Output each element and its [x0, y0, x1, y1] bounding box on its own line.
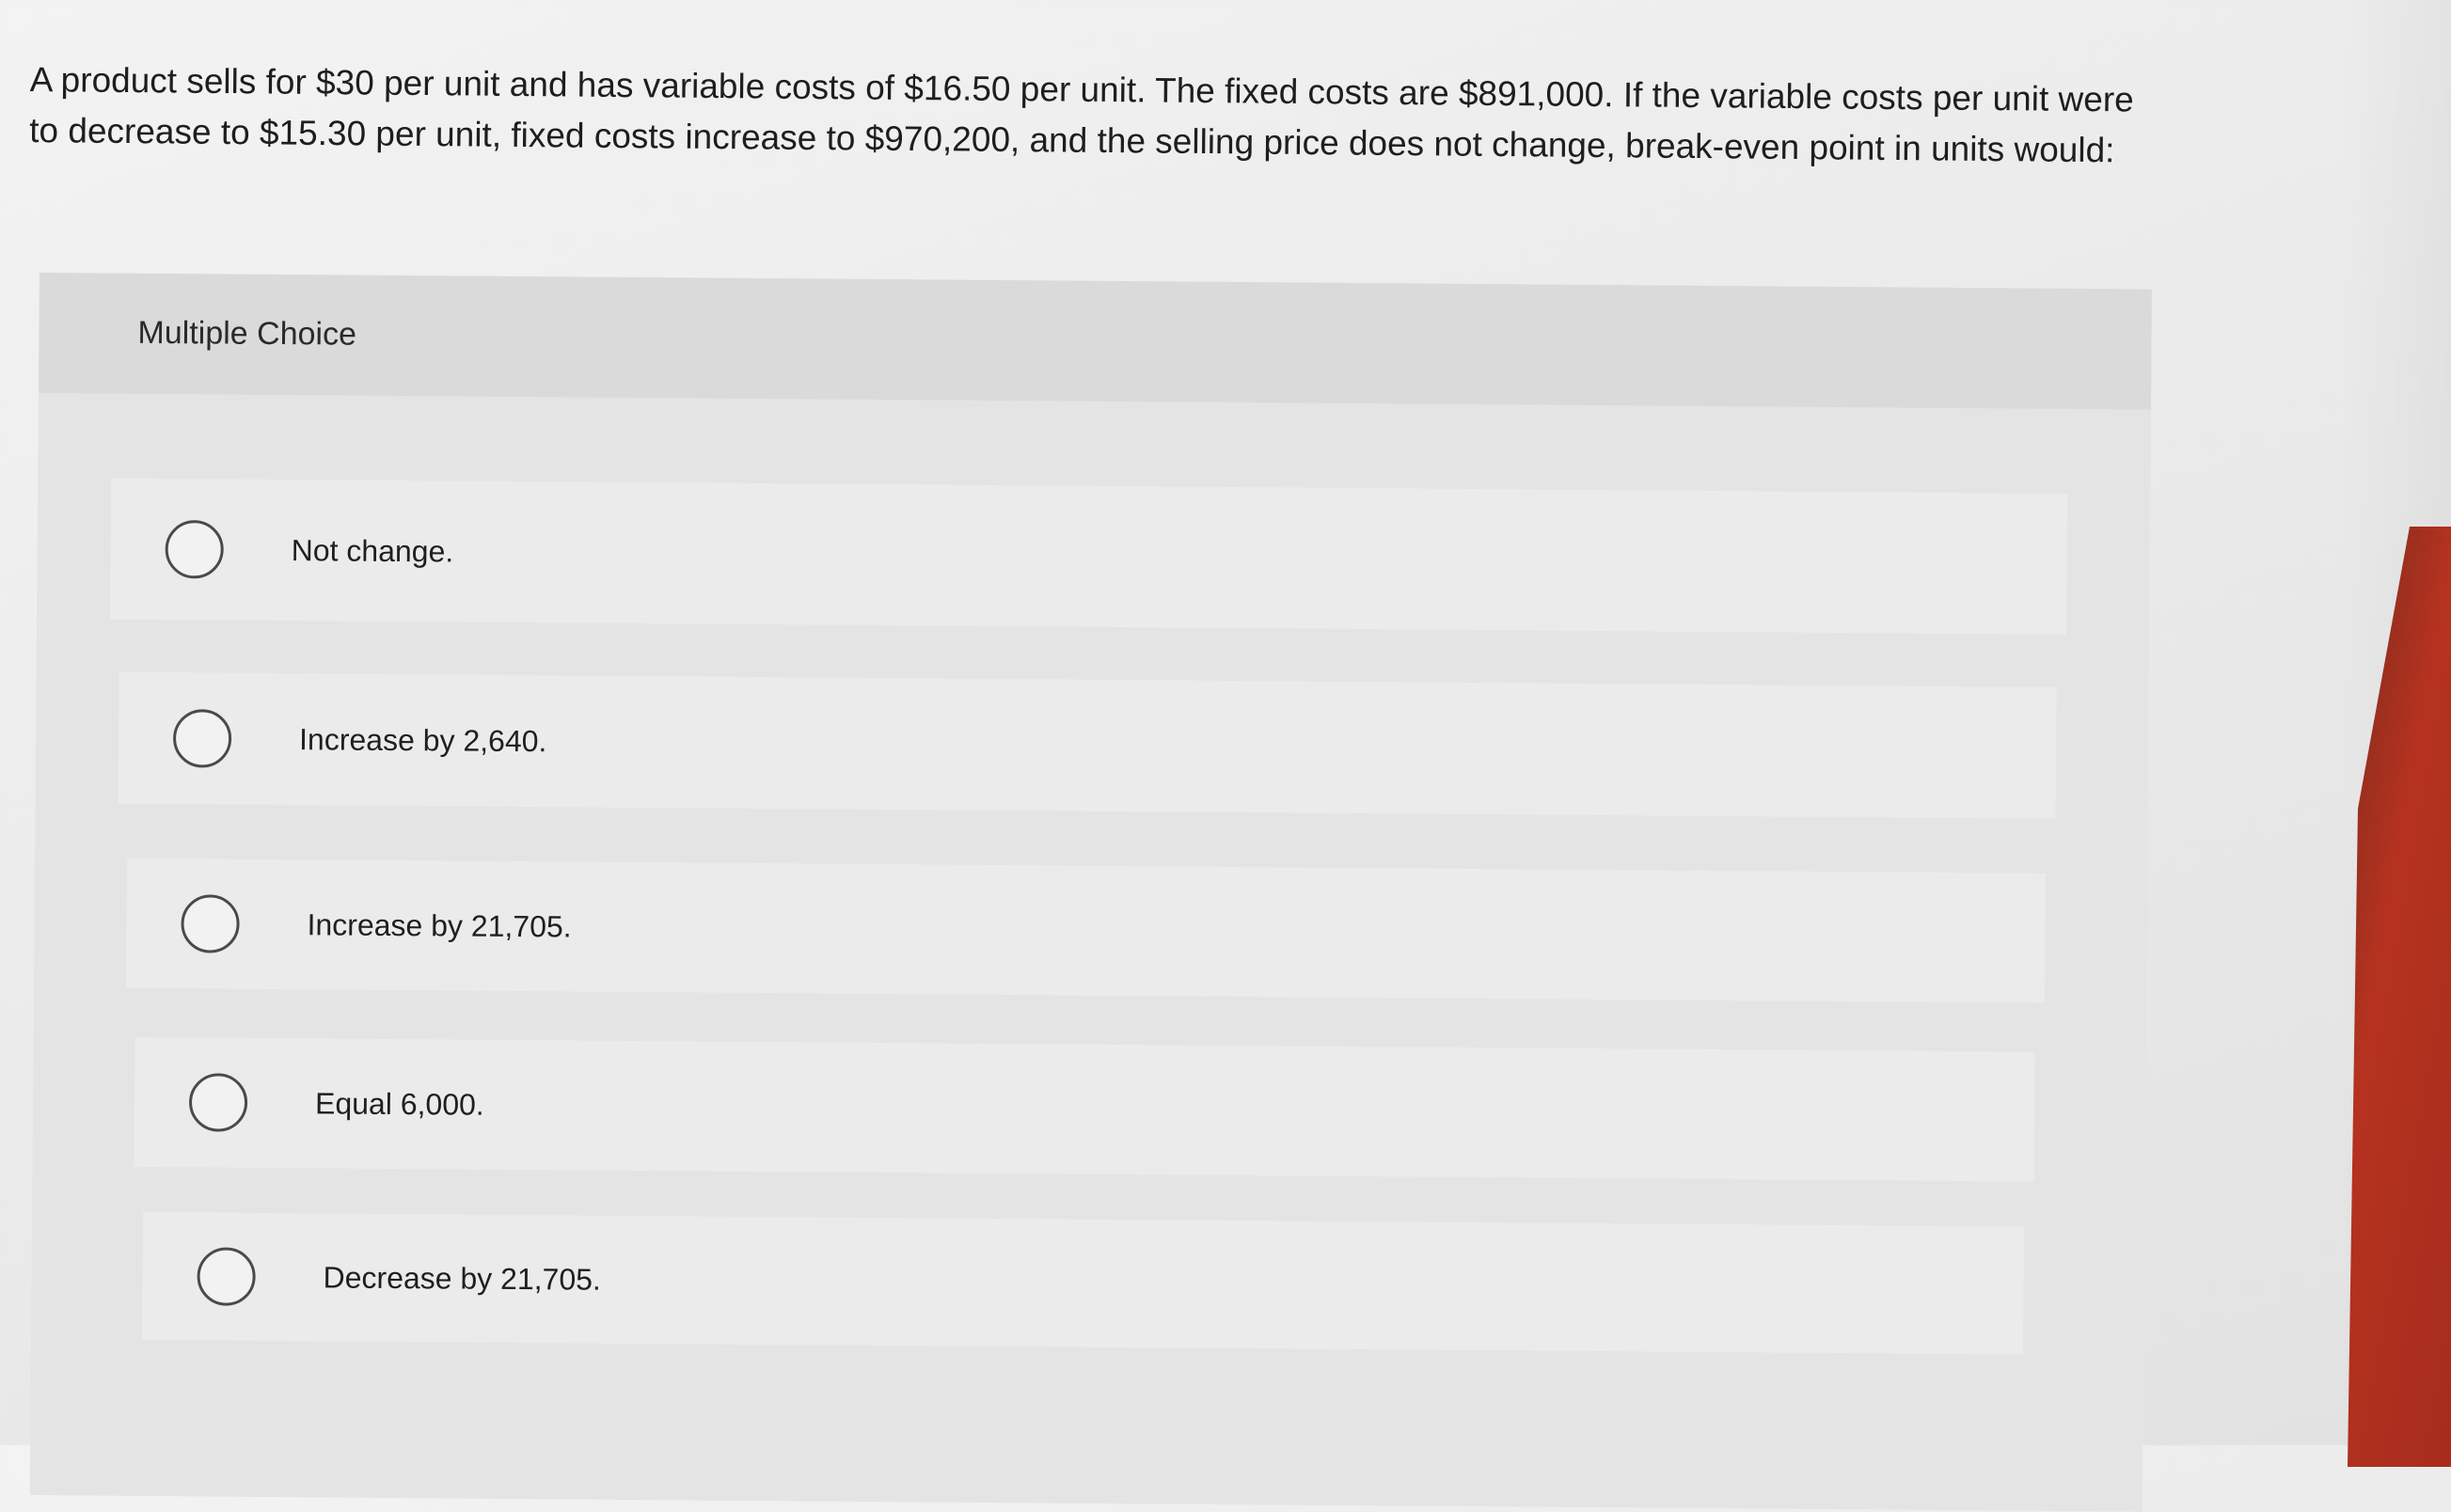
- question-text: A product sells for $30 per unit and has…: [29, 55, 2174, 177]
- answer-option-1[interactable]: Not change.: [110, 478, 2068, 635]
- answer-option-label: Increase by 2,640.: [298, 721, 547, 758]
- answer-option-4[interactable]: Equal 6,000.: [134, 1036, 2035, 1182]
- answer-option-5[interactable]: Decrease by 21,705.: [142, 1211, 2025, 1355]
- radio-button-icon[interactable]: [165, 520, 224, 579]
- answer-option-label: Decrease by 21,705.: [323, 1259, 602, 1297]
- answer-option-3[interactable]: Increase by 21,705.: [126, 858, 2047, 1003]
- multiple-choice-panel: Multiple Choice Not change. Increase by …: [29, 273, 2152, 1512]
- radio-button-icon[interactable]: [197, 1247, 256, 1306]
- answer-option-label: Equal 6,000.: [314, 1085, 484, 1122]
- answer-option-label: Increase by 21,705.: [307, 906, 572, 943]
- radio-button-icon[interactable]: [172, 709, 232, 768]
- multiple-choice-header: Multiple Choice: [38, 273, 2152, 410]
- multiple-choice-title: Multiple Choice: [137, 314, 357, 353]
- radio-button-icon[interactable]: [188, 1073, 248, 1132]
- answer-option-label: Not change.: [291, 532, 454, 568]
- radio-button-icon[interactable]: [181, 894, 240, 953]
- answer-option-2[interactable]: Increase by 2,640.: [118, 671, 2057, 819]
